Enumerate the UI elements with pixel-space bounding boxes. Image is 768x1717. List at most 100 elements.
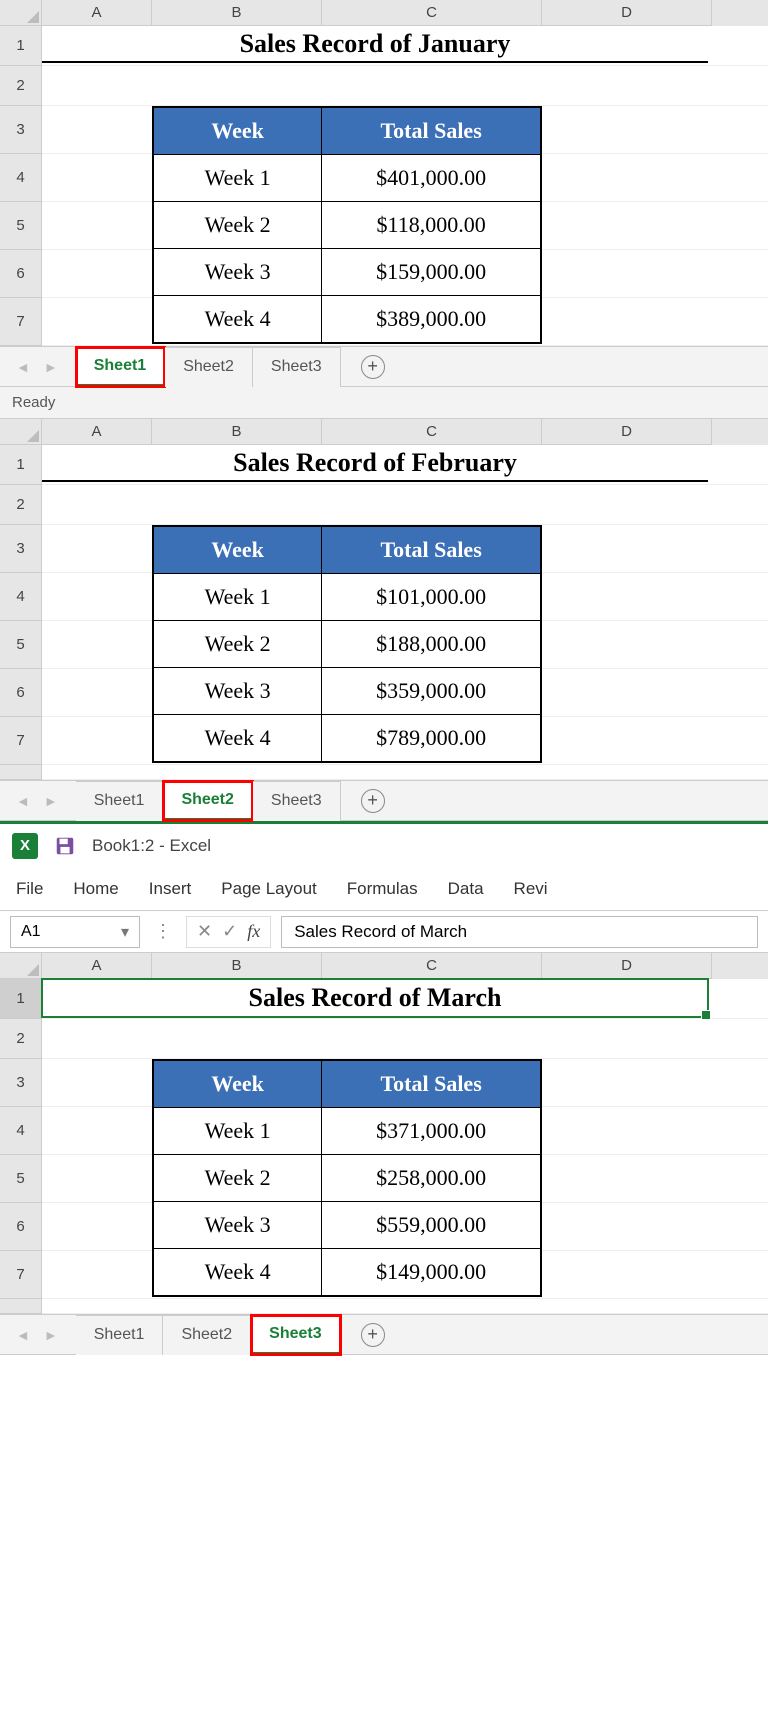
table-row[interactable]: Week 1$401,000.00 <box>154 154 540 201</box>
dots-icon[interactable]: ⋮ <box>150 921 176 942</box>
row-header-2[interactable]: 2 <box>0 1019 42 1059</box>
table-row[interactable]: Week 1$101,000.00 <box>154 573 540 620</box>
col-header-B[interactable]: B <box>152 953 322 979</box>
table-row[interactable]: Week 3$359,000.00 <box>154 667 540 714</box>
tab-sheet3[interactable]: Sheet3 <box>253 347 341 387</box>
row-header-3[interactable]: 3 <box>0 106 42 154</box>
row-header-3[interactable]: 3 <box>0 525 42 573</box>
tab-sheet1[interactable]: Sheet1 <box>76 347 165 387</box>
enter-icon[interactable]: ✓ <box>222 921 237 942</box>
select-all-corner[interactable] <box>0 0 42 26</box>
row-header-3[interactable]: 3 <box>0 1059 42 1107</box>
ribbon-review[interactable]: Revi <box>514 879 548 899</box>
table-row[interactable]: Week 2$118,000.00 <box>154 201 540 248</box>
table-row[interactable]: Week 2$188,000.00 <box>154 620 540 667</box>
add-sheet-button[interactable]: + <box>361 1323 385 1347</box>
tab-sheet1[interactable]: Sheet1 <box>76 781 164 821</box>
row-header-7[interactable]: 7 <box>0 1251 42 1299</box>
nav-next-icon[interactable]: ► <box>44 793 58 809</box>
formula-input[interactable]: Sales Record of March <box>281 916 758 948</box>
row-header-2[interactable]: 2 <box>0 485 42 525</box>
tab-sheet2[interactable]: Sheet2 <box>163 1315 251 1355</box>
col-header-C[interactable]: C <box>322 953 542 979</box>
col-header-B[interactable]: B <box>152 0 322 26</box>
row-header-4[interactable]: 4 <box>0 154 42 202</box>
cell-area-row2[interactable] <box>42 1019 768 1059</box>
select-all-corner[interactable] <box>0 419 42 445</box>
cancel-icon[interactable]: ✕ <box>197 921 212 942</box>
col-header-C[interactable]: C <box>322 419 542 445</box>
nav-prev-icon[interactable]: ◄ <box>16 359 30 375</box>
row-header-6[interactable]: 6 <box>0 669 42 717</box>
col-header-C[interactable]: C <box>322 0 542 26</box>
cell-area-row8[interactable] <box>42 1299 768 1314</box>
row-header-8[interactable] <box>0 765 42 780</box>
table-row[interactable]: Week 1$371,000.00 <box>154 1107 540 1154</box>
table-row[interactable]: Week 3$559,000.00 <box>154 1201 540 1248</box>
chevron-down-icon[interactable]: ▾ <box>121 922 129 942</box>
col-header-A[interactable]: A <box>42 419 152 445</box>
save-icon[interactable] <box>54 835 76 857</box>
row-header-7[interactable]: 7 <box>0 298 42 346</box>
tab-nav[interactable]: ◄► <box>10 359 76 375</box>
select-all-corner[interactable] <box>0 953 42 979</box>
table-row[interactable]: Week 3$159,000.00 <box>154 248 540 295</box>
row-header-5[interactable]: 5 <box>0 1155 42 1203</box>
table-row[interactable]: Week 4$149,000.00 <box>154 1248 540 1295</box>
ribbon-insert[interactable]: Insert <box>149 879 192 899</box>
cell-area-row1[interactable]: Sales Record of March <box>42 979 768 1019</box>
row-header-1[interactable]: 1 <box>0 445 42 485</box>
add-sheet-button[interactable]: + <box>361 789 385 813</box>
row-header-6[interactable]: 6 <box>0 1203 42 1251</box>
tab-sheet3[interactable]: Sheet3 <box>253 781 341 821</box>
row-header-5[interactable]: 5 <box>0 621 42 669</box>
row-header-4[interactable]: 4 <box>0 573 42 621</box>
nav-next-icon[interactable]: ► <box>44 359 58 375</box>
cell-area-row1[interactable]: Sales Record of February <box>42 445 768 485</box>
ribbon-tabs: File Home Insert Page Layout Formulas Da… <box>0 867 768 911</box>
ribbon-file[interactable]: File <box>16 879 43 899</box>
row-header-5[interactable]: 5 <box>0 202 42 250</box>
window-title: Book1:2 - Excel <box>92 836 211 856</box>
col-header-B[interactable]: B <box>152 419 322 445</box>
tab-sheet1[interactable]: Sheet1 <box>76 1315 164 1355</box>
cell-week: Week 2 <box>154 621 322 667</box>
col-header-D[interactable]: D <box>542 419 712 445</box>
cell-area-row8[interactable] <box>42 765 768 780</box>
col-header-A[interactable]: A <box>42 0 152 26</box>
row-header-6[interactable]: 6 <box>0 250 42 298</box>
ribbon-data[interactable]: Data <box>448 879 484 899</box>
col-header-D[interactable]: D <box>542 953 712 979</box>
row-header-1[interactable]: 1 <box>0 26 42 66</box>
ribbon-pagelayout[interactable]: Page Layout <box>221 879 316 899</box>
tab-sheet2[interactable]: Sheet2 <box>165 347 253 387</box>
tab-nav[interactable]: ◄► <box>10 1327 76 1343</box>
tab-sheet2[interactable]: Sheet2 <box>163 781 252 821</box>
row-header-8[interactable] <box>0 1299 42 1314</box>
table-row[interactable]: Week 4$389,000.00 <box>154 295 540 342</box>
col-header-A[interactable]: A <box>42 953 152 979</box>
formula-value: Sales Record of March <box>294 922 467 942</box>
nav-prev-icon[interactable]: ◄ <box>16 793 30 809</box>
name-box[interactable]: A1 ▾ <box>10 916 140 948</box>
row-header-2[interactable]: 2 <box>0 66 42 106</box>
cell-area-row2[interactable] <box>42 66 768 106</box>
col-header-D[interactable]: D <box>542 0 712 26</box>
sheet-tab-bar: ◄► Sheet1 Sheet2 Sheet3 + <box>0 346 768 386</box>
tab-sheet3[interactable]: Sheet3 <box>251 1315 340 1355</box>
fx-icon[interactable]: fx <box>247 921 260 942</box>
cell-area-row2[interactable] <box>42 485 768 525</box>
cell-area-row1[interactable]: Sales Record of January <box>42 26 768 66</box>
row-header-4[interactable]: 4 <box>0 1107 42 1155</box>
table-row[interactable]: Week 2$258,000.00 <box>154 1154 540 1201</box>
row-header-7[interactable]: 7 <box>0 717 42 765</box>
ribbon-formulas[interactable]: Formulas <box>347 879 418 899</box>
nav-next-icon[interactable]: ► <box>44 1327 58 1343</box>
ribbon-home[interactable]: Home <box>73 879 118 899</box>
tab-nav[interactable]: ◄► <box>10 793 76 809</box>
row-header-1[interactable]: 1 <box>0 979 42 1019</box>
nav-prev-icon[interactable]: ◄ <box>16 1327 30 1343</box>
add-sheet-button[interactable]: + <box>361 355 385 379</box>
table-row[interactable]: Week 4$789,000.00 <box>154 714 540 761</box>
cell-sales: $188,000.00 <box>322 621 540 667</box>
